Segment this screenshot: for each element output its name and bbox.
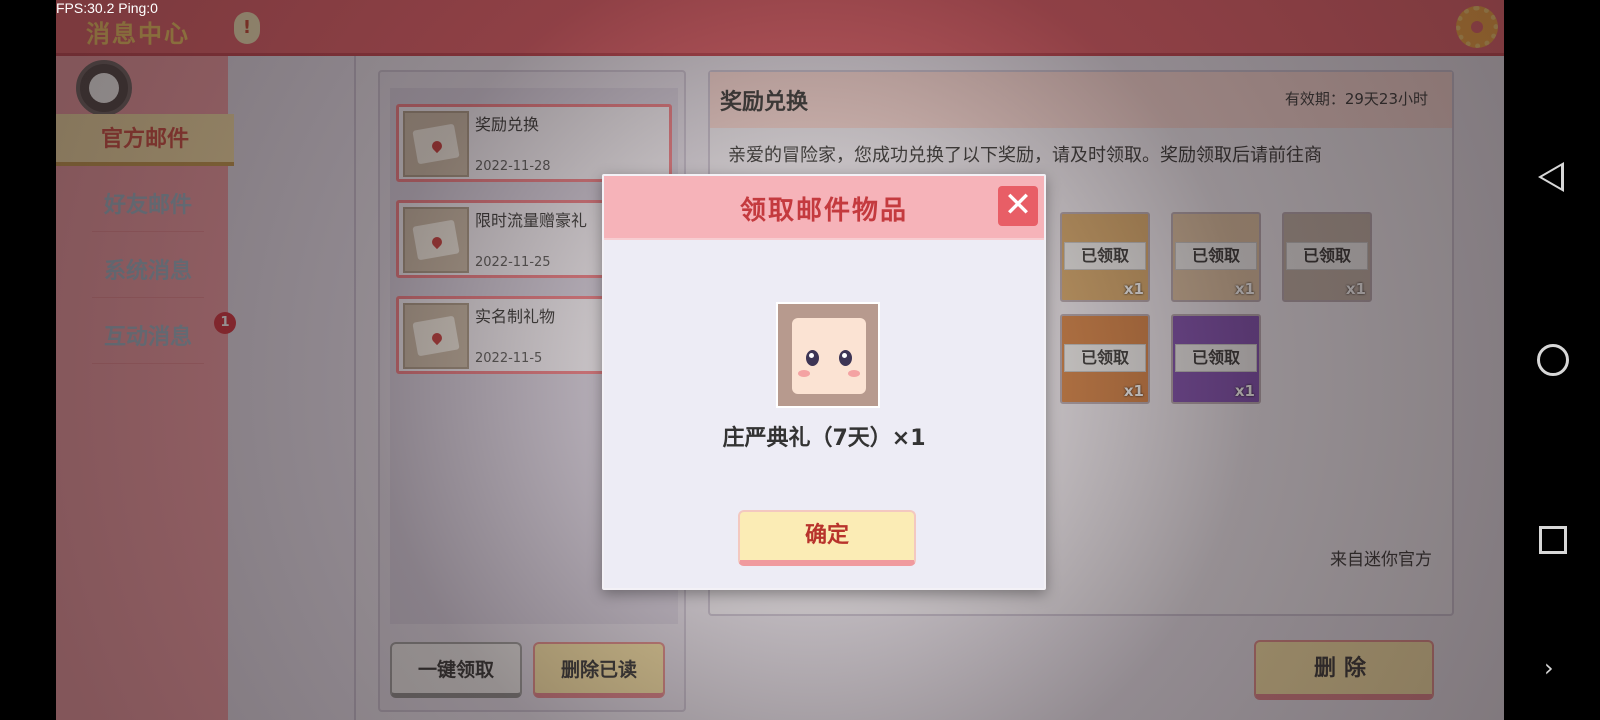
- reward-item[interactable]: 已领取 x1: [1171, 212, 1261, 302]
- reward-item[interactable]: 已领取 x1: [1171, 314, 1261, 404]
- game-screen: 消息中心 ! 官方邮件 好友邮件 系统消息 互动消息 1 奖励兑换 2022-1…: [56, 0, 1504, 720]
- android-nav-bar: ›: [1504, 0, 1600, 720]
- claimed-label: 已领取: [1175, 344, 1257, 372]
- eye-icon: [839, 350, 852, 366]
- dialog-header: 领取邮件物品 ✕: [604, 176, 1044, 240]
- header-title: 消息中心: [86, 20, 190, 48]
- character-face-icon: [792, 318, 866, 394]
- delete-read-button[interactable]: 删除已读: [533, 642, 665, 698]
- cheek-icon: [798, 370, 810, 377]
- claimed-label: 已领取: [1175, 242, 1257, 270]
- gear-icon[interactable]: [1456, 6, 1498, 48]
- mail-title: 实名制礼物: [475, 307, 556, 326]
- back-icon[interactable]: [1538, 162, 1564, 192]
- tab-system-message[interactable]: 系统消息: [92, 246, 204, 298]
- claim-items-dialog: 领取邮件物品 ✕ 庄严典礼（7天）×1 确定: [602, 174, 1046, 590]
- envelope-icon: [403, 207, 469, 273]
- mail-date: 2022-11-25: [475, 255, 551, 270]
- reward-quantity: x1: [1234, 280, 1255, 298]
- tab-official-mail[interactable]: 官方邮件: [56, 114, 234, 166]
- fps-value: FPS:30.2: [56, 0, 115, 16]
- mail-item[interactable]: 奖励兑换 2022-11-28: [396, 104, 672, 182]
- reward-quantity: x1: [1123, 382, 1144, 400]
- item-thumbnail: [776, 302, 880, 408]
- mail-detail-title: 奖励兑换: [720, 90, 809, 115]
- interaction-count-badge: 1: [214, 312, 236, 334]
- tab-friend-mail[interactable]: 好友邮件: [92, 180, 204, 232]
- recents-icon[interactable]: [1539, 526, 1567, 554]
- cheek-icon: [848, 370, 860, 377]
- claim-all-button[interactable]: 一键领取: [390, 642, 522, 698]
- sidebar-gutter: [228, 56, 356, 720]
- mail-detail-header: 奖励兑换 有效期：29天23小时: [710, 72, 1452, 128]
- home-icon[interactable]: [1537, 344, 1569, 376]
- dialog-title: 领取邮件物品: [739, 196, 908, 226]
- claimed-label: 已领取: [1064, 344, 1146, 372]
- claimed-label: 已领取: [1286, 242, 1368, 270]
- fps-readout: FPS:30.2 Ping:0: [56, 0, 158, 16]
- mail-date: 2022-11-28: [475, 159, 551, 174]
- envelope-icon: [403, 111, 469, 177]
- mail-title: 限时流量赠豪礼: [475, 211, 588, 230]
- confirm-button[interactable]: 确定: [738, 510, 916, 566]
- tab-interaction-message[interactable]: 互动消息: [92, 312, 204, 364]
- mail-sender: 来自迷你官方: [1330, 550, 1432, 570]
- reward-item[interactable]: 已领取 x1: [1282, 212, 1372, 302]
- claimed-label: 已领取: [1064, 242, 1146, 270]
- envelope-icon: [403, 303, 469, 369]
- notice-badge[interactable]: !: [234, 12, 260, 44]
- reward-item[interactable]: 已领取 x1: [1060, 314, 1150, 404]
- reward-quantity: x1: [1345, 280, 1366, 298]
- delete-button[interactable]: 删除: [1254, 640, 1434, 700]
- reward-item[interactable]: 已领取 x1: [1060, 212, 1150, 302]
- reward-quantity: x1: [1234, 382, 1255, 400]
- mail-validity: 有效期：29天23小时: [1284, 90, 1428, 108]
- close-icon[interactable]: ✕: [998, 186, 1038, 226]
- reward-quantity: x1: [1123, 280, 1144, 298]
- ping-value: Ping:0: [118, 0, 158, 16]
- mail-date: 2022-11-5: [475, 351, 543, 366]
- item-label: 庄严典礼（7天）×1: [722, 426, 926, 451]
- record-button[interactable]: [76, 60, 132, 116]
- header-bar: 消息中心 !: [56, 0, 1504, 56]
- mail-title: 奖励兑换: [475, 115, 540, 134]
- eye-icon: [806, 350, 819, 366]
- chevron-right-icon[interactable]: ›: [1544, 654, 1554, 682]
